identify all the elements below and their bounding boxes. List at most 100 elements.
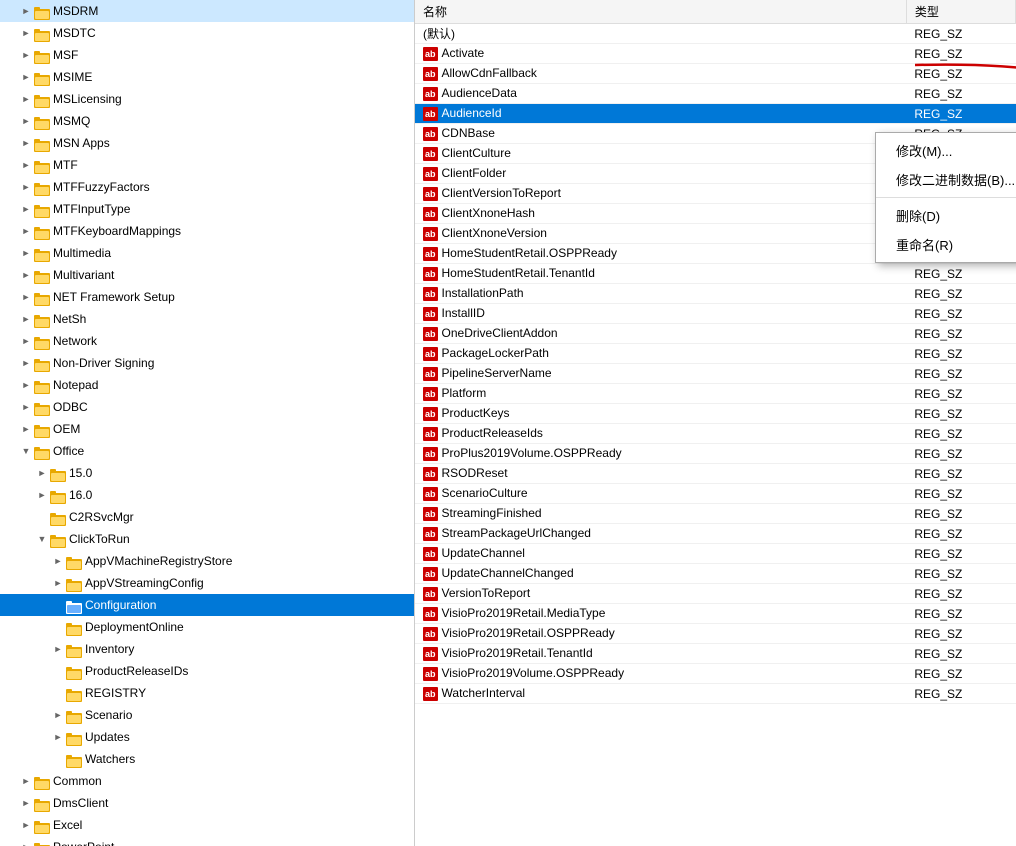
expand-icon[interactable]: ► <box>18 47 34 63</box>
expand-icon[interactable]: ► <box>18 113 34 129</box>
expand-icon[interactable]: ► <box>18 355 34 371</box>
table-row[interactable]: abHomeStudentRetail.TenantIdREG_SZ <box>415 264 1016 284</box>
table-row[interactable]: abVisioPro2019Volume.OSPPReadyREG_SZ <box>415 664 1016 684</box>
expand-icon[interactable]: ► <box>50 575 66 591</box>
tree-item[interactable]: ► ODBC <box>0 396 414 418</box>
expand-icon[interactable] <box>50 685 66 701</box>
tree-item[interactable]: ► MTFFuzzyFactors <box>0 176 414 198</box>
tree-item[interactable]: ► 15.0 <box>0 462 414 484</box>
tree-item[interactable]: ► MSN Apps <box>0 132 414 154</box>
expand-icon[interactable]: ► <box>18 421 34 437</box>
table-row[interactable]: abOneDriveClientAddonREG_SZ <box>415 324 1016 344</box>
tree-item[interactable]: ► Notepad <box>0 374 414 396</box>
table-row[interactable]: abUpdateChannelREG_SZ <box>415 544 1016 564</box>
menu-item-modify[interactable]: 修改(M)... <box>876 136 1016 165</box>
tree-item[interactable]: ► MTF <box>0 154 414 176</box>
expand-icon[interactable]: ► <box>18 3 34 19</box>
table-row[interactable]: abAudienceIdREG_SZ <box>415 104 1016 124</box>
table-row[interactable]: abStreamingFinishedREG_SZ <box>415 504 1016 524</box>
table-row[interactable]: abProductReleaseIdsREG_SZ <box>415 424 1016 444</box>
tree-item[interactable]: DeploymentOnline <box>0 616 414 638</box>
menu-item-modify-binary[interactable]: 修改二进制数据(B)... <box>876 165 1016 194</box>
table-row[interactable]: abPipelineServerNameREG_SZ <box>415 364 1016 384</box>
table-row[interactable]: abProPlus2019Volume.OSPPReadyREG_SZ <box>415 444 1016 464</box>
tree-item[interactable]: ► Network <box>0 330 414 352</box>
expand-icon[interactable]: ► <box>18 817 34 833</box>
expand-icon[interactable]: ► <box>18 157 34 173</box>
table-row[interactable]: abUpdateChannelChangedREG_SZ <box>415 564 1016 584</box>
expand-icon[interactable]: ► <box>50 707 66 723</box>
expand-icon[interactable]: ► <box>18 69 34 85</box>
tree-item[interactable]: ► AppVMachineRegistryStore <box>0 550 414 572</box>
tree-item[interactable]: C2RSvcMgr <box>0 506 414 528</box>
registry-tree[interactable]: ► MSDRM► MSDTC► MSF► MSIME► MSLicensing►… <box>0 0 415 846</box>
tree-item[interactable]: ► Updates <box>0 726 414 748</box>
expand-icon[interactable]: ► <box>18 399 34 415</box>
expand-icon[interactable] <box>50 663 66 679</box>
collapse-icon[interactable]: ▼ <box>34 531 50 547</box>
tree-item[interactable]: ► MTFKeyboardMappings <box>0 220 414 242</box>
expand-icon[interactable] <box>34 509 50 525</box>
tree-item[interactable]: ► Non-Driver Signing <box>0 352 414 374</box>
tree-item[interactable]: ► DmsClient <box>0 792 414 814</box>
tree-item[interactable]: Configuration <box>0 594 414 616</box>
tree-item[interactable]: ► Multimedia <box>0 242 414 264</box>
expand-icon[interactable]: ► <box>18 223 34 239</box>
table-row[interactable]: abVersionToReportREG_SZ <box>415 584 1016 604</box>
table-row[interactable]: abAudienceDataREG_SZ <box>415 84 1016 104</box>
tree-item[interactable]: ► Common <box>0 770 414 792</box>
table-row[interactable]: abWatcherIntervalREG_SZ <box>415 684 1016 704</box>
tree-item[interactable]: ► NET Framework Setup <box>0 286 414 308</box>
table-row[interactable]: abInstallIDREG_SZ <box>415 304 1016 324</box>
expand-icon[interactable]: ► <box>18 795 34 811</box>
expand-icon[interactable]: ► <box>18 201 34 217</box>
tree-item[interactable]: ► MSLicensing <box>0 88 414 110</box>
table-row[interactable]: abAllowCdnFallbackREG_SZ <box>415 64 1016 84</box>
expand-icon[interactable]: ► <box>18 245 34 261</box>
expand-icon[interactable]: ► <box>18 135 34 151</box>
table-row[interactable]: abActivateREG_SZ <box>415 44 1016 64</box>
table-row[interactable]: abVisioPro2019Retail.TenantIdREG_SZ <box>415 644 1016 664</box>
tree-item[interactable]: ► MSIME <box>0 66 414 88</box>
collapse-icon[interactable]: ▼ <box>18 443 34 459</box>
table-row[interactable]: abStreamPackageUrlChangedREG_SZ <box>415 524 1016 544</box>
tree-item[interactable]: ► Excel <box>0 814 414 836</box>
expand-icon[interactable]: ► <box>18 91 34 107</box>
tree-item[interactable]: ► Inventory <box>0 638 414 660</box>
expand-icon[interactable]: ► <box>18 839 34 846</box>
menu-item-rename[interactable]: 重命名(R) <box>876 230 1016 259</box>
tree-item[interactable]: ► MSMQ <box>0 110 414 132</box>
expand-icon[interactable] <box>50 751 66 767</box>
expand-icon[interactable] <box>50 619 66 635</box>
tree-item[interactable]: ► 16.0 <box>0 484 414 506</box>
tree-item[interactable]: ► PowerPoint <box>0 836 414 846</box>
tree-item[interactable]: ► AppVStreamingConfig <box>0 572 414 594</box>
tree-item[interactable]: ► OEM <box>0 418 414 440</box>
tree-item[interactable]: ► MSF <box>0 44 414 66</box>
tree-item[interactable]: ► NetSh <box>0 308 414 330</box>
expand-icon[interactable]: ► <box>50 553 66 569</box>
table-row[interactable]: abRSODResetREG_SZ <box>415 464 1016 484</box>
table-row[interactable]: abScenarioCultureREG_SZ <box>415 484 1016 504</box>
expand-icon[interactable]: ► <box>34 487 50 503</box>
table-row[interactable]: abPlatformREG_SZ <box>415 384 1016 404</box>
expand-icon[interactable]: ► <box>50 641 66 657</box>
tree-item[interactable]: ► MSDRM <box>0 0 414 22</box>
table-row[interactable]: abVisioPro2019Retail.OSPPReadyREG_SZ <box>415 624 1016 644</box>
table-row[interactable]: (默认)REG_SZ <box>415 24 1016 44</box>
tree-item[interactable]: REGISTRY <box>0 682 414 704</box>
expand-icon[interactable]: ► <box>18 311 34 327</box>
table-row[interactable]: abVisioPro2019Retail.MediaTypeREG_SZ <box>415 604 1016 624</box>
expand-icon[interactable]: ► <box>18 267 34 283</box>
expand-icon[interactable]: ► <box>18 179 34 195</box>
expand-icon[interactable]: ► <box>18 333 34 349</box>
tree-item[interactable]: ► Multivariant <box>0 264 414 286</box>
menu-item-delete[interactable]: 删除(D) <box>876 201 1016 230</box>
tree-item[interactable]: ► Scenario <box>0 704 414 726</box>
expand-icon[interactable]: ► <box>18 289 34 305</box>
tree-item[interactable]: ▼ ClickToRun <box>0 528 414 550</box>
expand-icon[interactable]: ► <box>18 377 34 393</box>
tree-item[interactable]: ProductReleaseIDs <box>0 660 414 682</box>
table-row[interactable]: abProductKeysREG_SZ <box>415 404 1016 424</box>
expand-icon[interactable]: ► <box>50 729 66 745</box>
